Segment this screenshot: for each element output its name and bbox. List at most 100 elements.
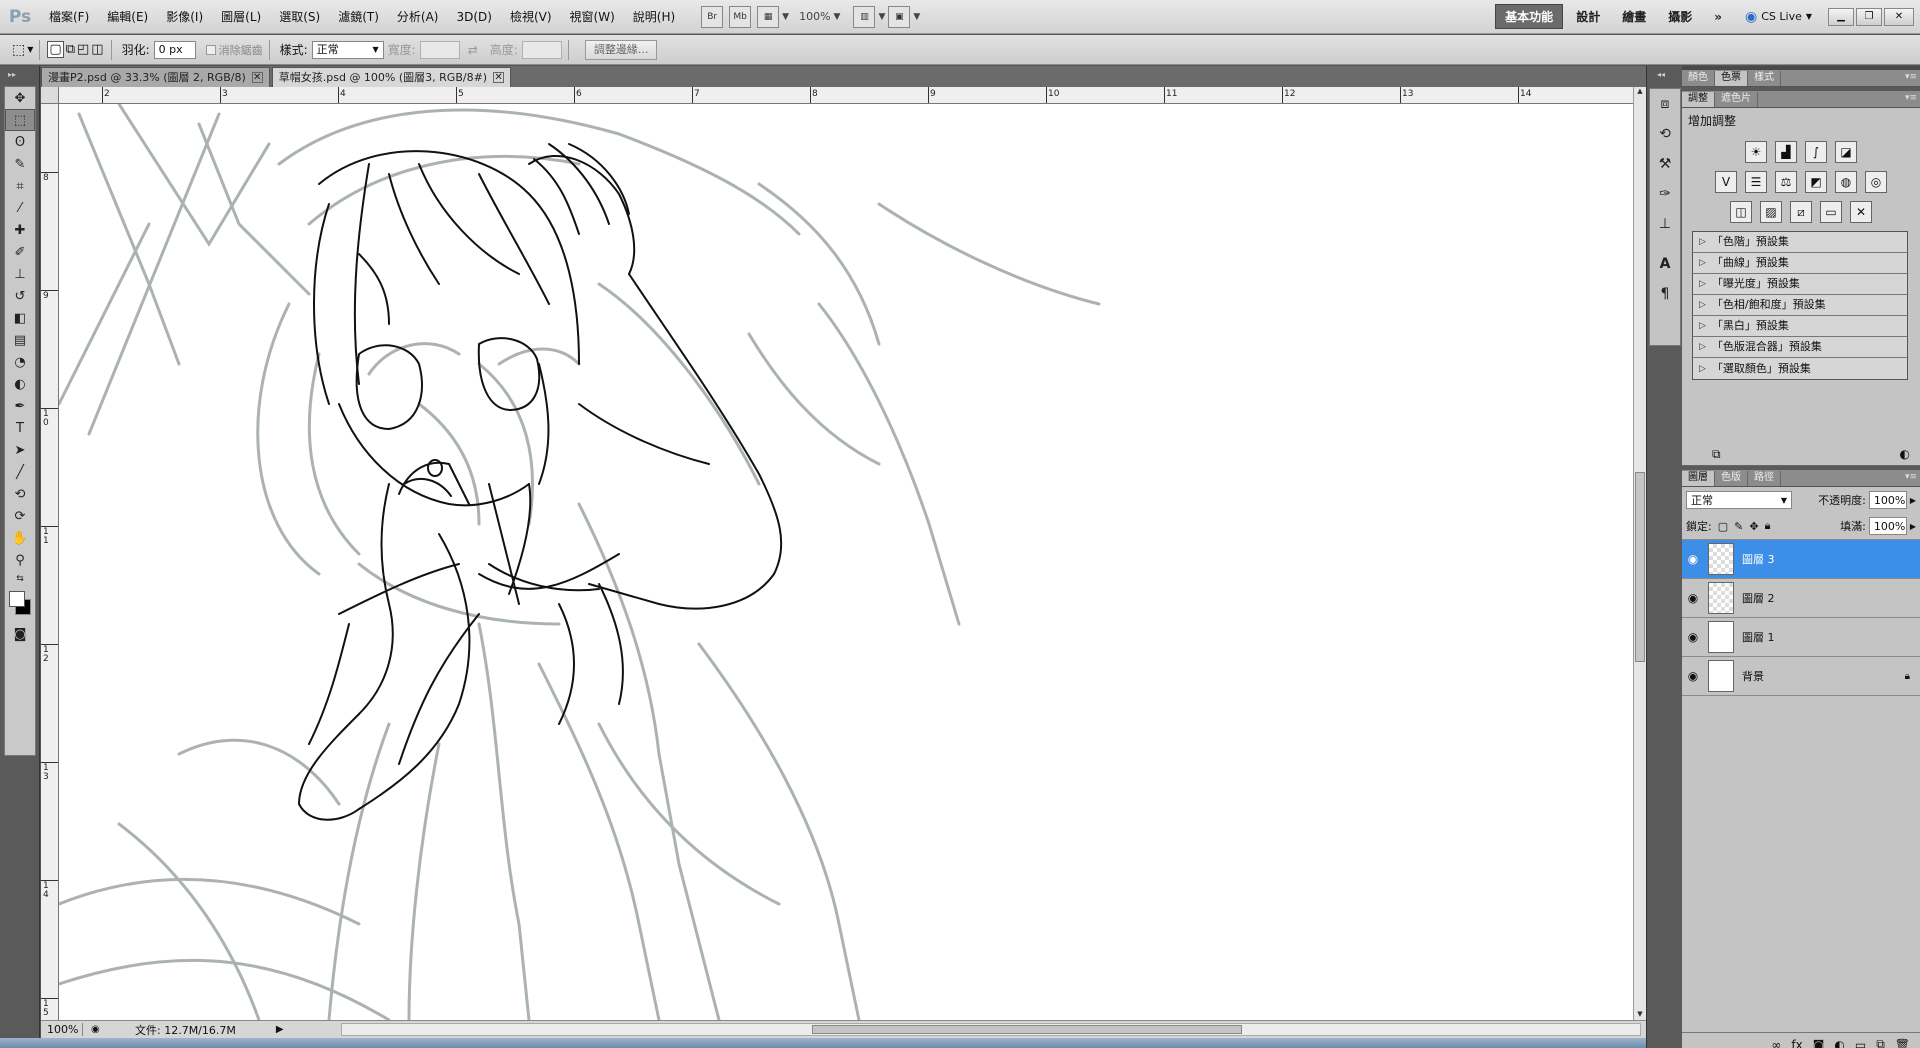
brush-tool-icon[interactable]: ✐ (5, 241, 35, 263)
color-swatches[interactable] (5, 587, 35, 623)
horizontal-scrollbar[interactable] (341, 1023, 1641, 1036)
add-selection-icon[interactable]: ⧉ (66, 42, 75, 57)
panel-menu-icon[interactable]: ▾≡ (1905, 72, 1917, 82)
zoom-field[interactable]: 100% (41, 1023, 83, 1036)
tab-styles[interactable]: 樣式 (1748, 71, 1781, 86)
tab-swatches[interactable]: 色票 (1715, 71, 1748, 86)
opacity-input[interactable]: 100% (1868, 491, 1907, 509)
layer-name[interactable]: 圖層 1 (1742, 629, 1920, 645)
canvas[interactable] (59, 104, 1633, 1020)
eye-icon[interactable]: ◉ (1682, 630, 1704, 644)
dodge-tool-icon[interactable]: ◐ (5, 373, 35, 395)
mini-bridge-button[interactable]: Mb (729, 5, 752, 28)
visibility-toggle-icon[interactable]: ◐ (1900, 447, 1910, 461)
levels-icon[interactable]: ▟ (1775, 141, 1797, 163)
vertical-scroll-thumb[interactable] (1635, 472, 1645, 662)
swap-colors-icon[interactable]: ⇆ (5, 571, 35, 587)
vertical-ruler[interactable]: 8 9 10 11 12 13 14 15 (41, 104, 59, 1020)
eye-icon[interactable]: ◉ (1682, 552, 1704, 566)
swap-icon[interactable]: ⇄ (468, 43, 478, 57)
add-mask-icon[interactable]: ◙ (1813, 1038, 1825, 1048)
mini-bridge-icon[interactable]: ⧈ (1650, 89, 1680, 119)
tab-document-1[interactable]: 漫畫P2.psd @ 33.3% (圖層 2, RGB/8) ✕ (41, 67, 270, 87)
new-layer-icon[interactable]: ⧉ (1876, 1037, 1885, 1048)
close-icon[interactable]: ✕ (493, 72, 505, 83)
foreground-color-swatch[interactable] (9, 591, 25, 607)
layer-name[interactable]: 圖層 2 (1742, 590, 1920, 606)
link-layers-icon[interactable]: ∞ (1771, 1038, 1781, 1048)
paragraph-icon[interactable]: ¶ (1650, 279, 1680, 309)
tool-presets-icon[interactable]: ⚒ (1650, 149, 1680, 179)
antialias-checkbox[interactable]: 消除鋸齒 (205, 42, 263, 58)
menu-edit[interactable]: 編輯(E) (98, 0, 157, 34)
lasso-tool-icon[interactable]: ʘ (5, 131, 35, 153)
menu-3d[interactable]: 3D(D) (447, 0, 500, 34)
type-tool-icon[interactable]: T (5, 417, 35, 439)
brightness-contrast-icon[interactable]: ☀ (1745, 141, 1767, 163)
style-select[interactable]: 正常 ▼ (311, 40, 384, 59)
height-input[interactable] (521, 40, 562, 59)
panel-menu-icon[interactable]: ▾≡ (1905, 472, 1917, 482)
fill-slider-icon[interactable]: ▶ (1910, 522, 1916, 531)
preset-curves[interactable]: ▷ 「曲線」預設集 (1693, 253, 1907, 274)
menu-layer[interactable]: 圖層(L) (212, 0, 270, 34)
status-menu-icon[interactable]: ▶ (276, 1024, 284, 1035)
preset-hue-saturation[interactable]: ▷ 「色相/飽和度」預設集 (1693, 295, 1907, 316)
move-tool-icon[interactable]: ✥ (5, 87, 35, 109)
zoom-level-dropdown[interactable]: 100% ▼ (799, 10, 840, 23)
menu-window[interactable]: 視窗(W) (561, 0, 624, 34)
layer-row[interactable]: ◉ 圖層 3 (1682, 540, 1920, 579)
tab-paths[interactable]: 路徑 (1748, 471, 1781, 486)
marquee-tool-icon[interactable]: ⬚ (5, 109, 35, 131)
menu-filter[interactable]: 濾鏡(T) (329, 0, 388, 34)
layer-row[interactable]: ◉ 圖層 1 (1682, 618, 1920, 657)
tab-layers[interactable]: 圖層 (1682, 471, 1715, 486)
gradient-map-icon[interactable]: ▭ (1820, 201, 1842, 223)
status-icon[interactable]: ◉ (91, 1024, 105, 1035)
gradient-tool-icon[interactable]: ▤ (5, 329, 35, 351)
workspace-essentials[interactable]: 基本功能 (1495, 4, 1564, 29)
chevron-down-icon[interactable]: ▼ (782, 12, 789, 22)
preset-selective-color[interactable]: ▷ 「選取顏色」預設集 (1693, 358, 1907, 379)
scroll-down-icon[interactable]: ▼ (1634, 1010, 1646, 1018)
clone-stamp-tool-icon[interactable]: ⊥ (5, 263, 35, 285)
restore-button[interactable]: ❐ (1856, 7, 1882, 26)
posterize-icon[interactable]: ▨ (1760, 201, 1782, 223)
history-brush-tool-icon[interactable]: ↺ (5, 285, 35, 307)
minimize-button[interactable]: ▁ (1828, 7, 1854, 26)
blend-mode-select[interactable]: 正常 ▼ (1686, 491, 1792, 509)
preset-channel-mixer[interactable]: ▷ 「色版混合器」預設集 (1693, 337, 1907, 358)
delete-layer-icon[interactable]: 🗑︎ (1895, 1038, 1910, 1048)
lock-all-icon[interactable]: 🔒︎ (1765, 519, 1771, 533)
tab-color[interactable]: 顏色 (1682, 71, 1715, 86)
crop-tool-icon[interactable]: ⌗ (5, 175, 35, 197)
tab-adjustments[interactable]: 調整 (1682, 92, 1715, 107)
hue-saturation-icon[interactable]: ☰ (1745, 171, 1767, 193)
fill-input[interactable]: 100% (1868, 517, 1907, 535)
new-group-icon[interactable]: ▭ (1855, 1038, 1866, 1048)
line-tool-icon[interactable]: ╱ (5, 461, 35, 483)
feather-input[interactable]: 0 px (153, 40, 196, 59)
screen-mode-button[interactable]: ▣ (888, 5, 911, 28)
lock-pixels-icon[interactable]: ✎ (1734, 520, 1743, 533)
refine-edge-button[interactable]: 調整邊緣... (584, 39, 658, 60)
collapse-icon[interactable]: ▸▸ (8, 70, 16, 79)
subtract-selection-icon[interactable]: ◰ (77, 42, 89, 57)
eyedropper-tool-icon[interactable]: ⁄ (5, 197, 35, 219)
healing-brush-tool-icon[interactable]: ✚ (5, 219, 35, 241)
menu-select[interactable]: 選取(S) (270, 0, 329, 34)
black-white-icon[interactable]: ◩ (1805, 171, 1827, 193)
threshold-icon[interactable]: ⧄ (1790, 201, 1812, 223)
eye-icon[interactable]: ◉ (1682, 669, 1704, 683)
adjustment-layer-icon[interactable]: ◐ (1834, 1038, 1844, 1048)
layer-style-icon[interactable]: fx (1791, 1038, 1802, 1048)
workspace-photography[interactable]: 攝影 (1659, 5, 1701, 28)
clone-source-icon[interactable]: ⊥ (1650, 209, 1680, 239)
preset-exposure[interactable]: ▷ 「曝光度」預設集 (1693, 274, 1907, 295)
bridge-button[interactable]: Br (701, 5, 724, 28)
ruler-origin[interactable] (41, 87, 59, 104)
horizontal-ruler[interactable]: 2 3 4 5 6 7 8 9 10 11 12 13 14 (59, 87, 1633, 104)
layer-row[interactable]: ◉ 圖層 2 (1682, 579, 1920, 618)
vertical-scrollbar[interactable]: ▲ ▼ (1633, 87, 1646, 1020)
quick-mask-icon[interactable]: ◙ (5, 623, 35, 645)
